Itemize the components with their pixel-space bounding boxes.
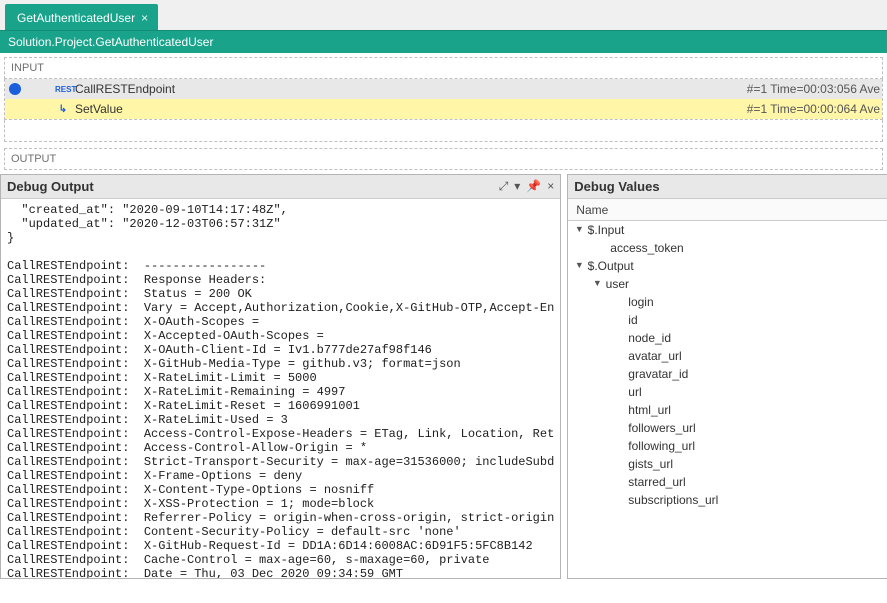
pin-icon[interactable]: 📌 xyxy=(526,179,541,194)
breadcrumb-text: Solution.Project.GetAuthenticatedUser xyxy=(8,35,213,49)
tab-getauthenticateduser[interactable]: GetAuthenticatedUser × xyxy=(5,4,158,30)
tree-body[interactable]: ▼ $.Input access_token debb277f9a880460a… xyxy=(568,221,887,578)
rest-icon: REST xyxy=(55,85,71,94)
panel-title: Debug Output xyxy=(7,179,499,194)
tree-leaf-avatar-url[interactable]: avatar_url https://avatars1.githubuserco xyxy=(568,347,887,365)
tree-leaf-id[interactable]: id xyxy=(568,311,887,329)
input-section-label: INPUT xyxy=(4,57,883,79)
debug-values-panel: Debug Values Name Value ▼ $.Input access… xyxy=(567,174,887,579)
breadcrumb: Solution.Project.GetAuthenticatedUser xyxy=(0,30,887,53)
tab-title: GetAuthenticatedUser xyxy=(17,11,135,25)
tree-node-output[interactable]: ▼ $.Output xyxy=(568,257,887,275)
panel-title: Debug Values xyxy=(574,179,887,194)
autohide-icon[interactable]: ▾ xyxy=(514,179,520,194)
tree-leaf-followers-url[interactable]: followers_url https://api.github.com/use… xyxy=(568,419,887,437)
close-icon[interactable]: × xyxy=(547,179,554,194)
tree-leaf-html-url[interactable]: html_url https://github.com/ronanaw xyxy=(568,401,887,419)
step-label: CallRESTEndpoint xyxy=(75,82,747,96)
debug-output-text[interactable]: "created_at": "2020-09-10T14:17:48Z", "u… xyxy=(1,199,560,578)
tree-node-user[interactable]: ▼ user xyxy=(568,275,887,293)
tree-leaf-node-id[interactable]: node_id MjEw xyxy=(568,329,887,347)
maximize-icon[interactable]: ⤢ xyxy=(499,179,509,194)
tree-header: Name Value xyxy=(568,199,887,221)
step-label: SetValue xyxy=(75,102,747,116)
step-time: #=1 Time=00:00:064 Ave xyxy=(747,102,882,116)
column-name[interactable]: Name xyxy=(568,200,887,220)
step-callrestendpoint[interactable]: REST CallRESTEndpoint #=1 Time=00:03:056… xyxy=(5,79,882,99)
tree-leaf-login[interactable]: login ronanaw xyxy=(568,293,887,311)
tree-leaf-following-url[interactable]: following_url https://api.github.com/use… xyxy=(568,437,887,455)
tree-leaf-subscriptions-url[interactable]: subscriptions_url https://api.github.com… xyxy=(568,491,887,509)
tree-node-input[interactable]: ▼ $.Input xyxy=(568,221,887,239)
tree-leaf-gravatar-id[interactable]: gravatar_id xyxy=(568,365,887,383)
tree-leaf-access-token[interactable]: access_token debb277f9a880460a14abd4c xyxy=(568,239,887,257)
tree-leaf-url[interactable]: url https://api.github.com/users xyxy=(568,383,887,401)
chevron-down-icon[interactable]: ▼ xyxy=(574,224,584,234)
output-section-label: OUTPUT xyxy=(4,148,883,170)
chevron-down-icon[interactable]: ▼ xyxy=(574,260,584,270)
step-setvalue[interactable]: ↳ SetValue #=1 Time=00:00:064 Ave xyxy=(5,99,882,119)
chevron-down-icon[interactable]: ▼ xyxy=(592,278,602,288)
step-time: #=1 Time=00:03:056 Ave xyxy=(747,82,882,96)
tree-leaf-gists-url[interactable]: gists_url https://api.github.com/users xyxy=(568,455,887,473)
tab-bar: GetAuthenticatedUser × xyxy=(0,0,887,30)
tree-leaf-starred-url[interactable]: starred_url https://api.github.com/users xyxy=(568,473,887,491)
debug-output-panel: Debug Output ⤢ ▾ 📌 × "created_at": "2020… xyxy=(0,174,561,579)
steps-container: REST CallRESTEndpoint #=1 Time=00:03:056… xyxy=(4,79,883,120)
debug-output-titlebar[interactable]: Debug Output ⤢ ▾ 📌 × xyxy=(1,175,560,199)
breakpoint-dot[interactable] xyxy=(9,83,21,95)
close-icon[interactable]: × xyxy=(141,11,148,25)
debug-values-titlebar[interactable]: Debug Values xyxy=(568,175,887,199)
setvalue-icon: ↳ xyxy=(55,104,71,115)
steps-spacer xyxy=(4,120,883,142)
